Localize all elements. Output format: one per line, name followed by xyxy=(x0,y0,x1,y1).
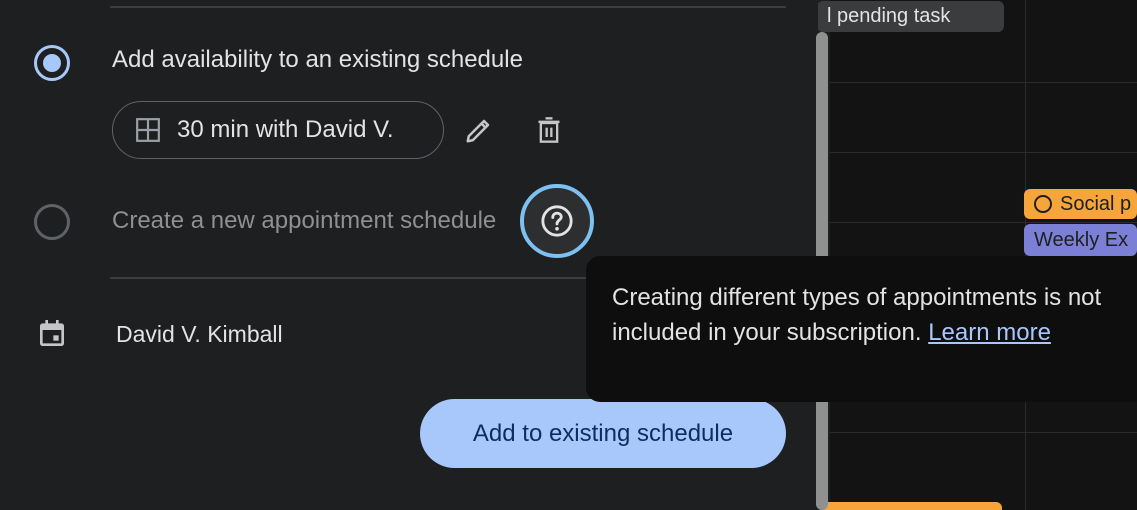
event-pending-task[interactable]: l pending task xyxy=(817,1,1004,32)
radio-existing-schedule[interactable] xyxy=(34,45,70,81)
option-new-label: Create a new appointment schedule xyxy=(112,207,497,234)
edit-button[interactable] xyxy=(459,110,499,150)
grid-line xyxy=(830,82,1137,83)
help-icon xyxy=(541,205,573,237)
event-label: Social p xyxy=(1060,192,1132,215)
grid-icon xyxy=(136,118,160,142)
option-existing-label: Add availability to an existing schedule xyxy=(112,46,523,73)
task-circle-icon xyxy=(1034,195,1052,213)
delete-button[interactable] xyxy=(529,110,569,150)
delete-icon xyxy=(538,117,560,143)
event-social[interactable]: Social p xyxy=(1024,189,1137,219)
owner-name: David V. Kimball xyxy=(116,321,283,347)
grid-line xyxy=(830,222,1137,223)
calendar-icon xyxy=(40,320,64,346)
add-to-existing-schedule-button[interactable]: Add to existing schedule xyxy=(420,399,786,468)
event-label: Weekly Ex xyxy=(1034,228,1129,251)
grid-line xyxy=(830,152,1137,153)
learn-more-link[interactable]: Learn more xyxy=(928,319,1051,346)
event-partial[interactable] xyxy=(822,502,1002,510)
appointment-dialog: Add availability to an existing schedule… xyxy=(0,0,818,510)
radio-new-schedule[interactable] xyxy=(34,204,70,240)
schedule-chip[interactable]: 30 min with David V. xyxy=(112,101,444,159)
grid-line xyxy=(830,432,1137,433)
help-tooltip: Creating different types of appointments… xyxy=(586,256,1137,402)
event-label: l pending task xyxy=(827,5,951,27)
help-button[interactable] xyxy=(520,184,594,258)
divider xyxy=(110,6,786,8)
app-root: l pending task Social p Weekly Ex Add av… xyxy=(0,0,1137,510)
event-weekly[interactable]: Weekly Ex xyxy=(1024,224,1137,256)
edit-icon xyxy=(466,119,490,143)
schedule-chip-label: 30 min with David V. xyxy=(177,116,394,143)
